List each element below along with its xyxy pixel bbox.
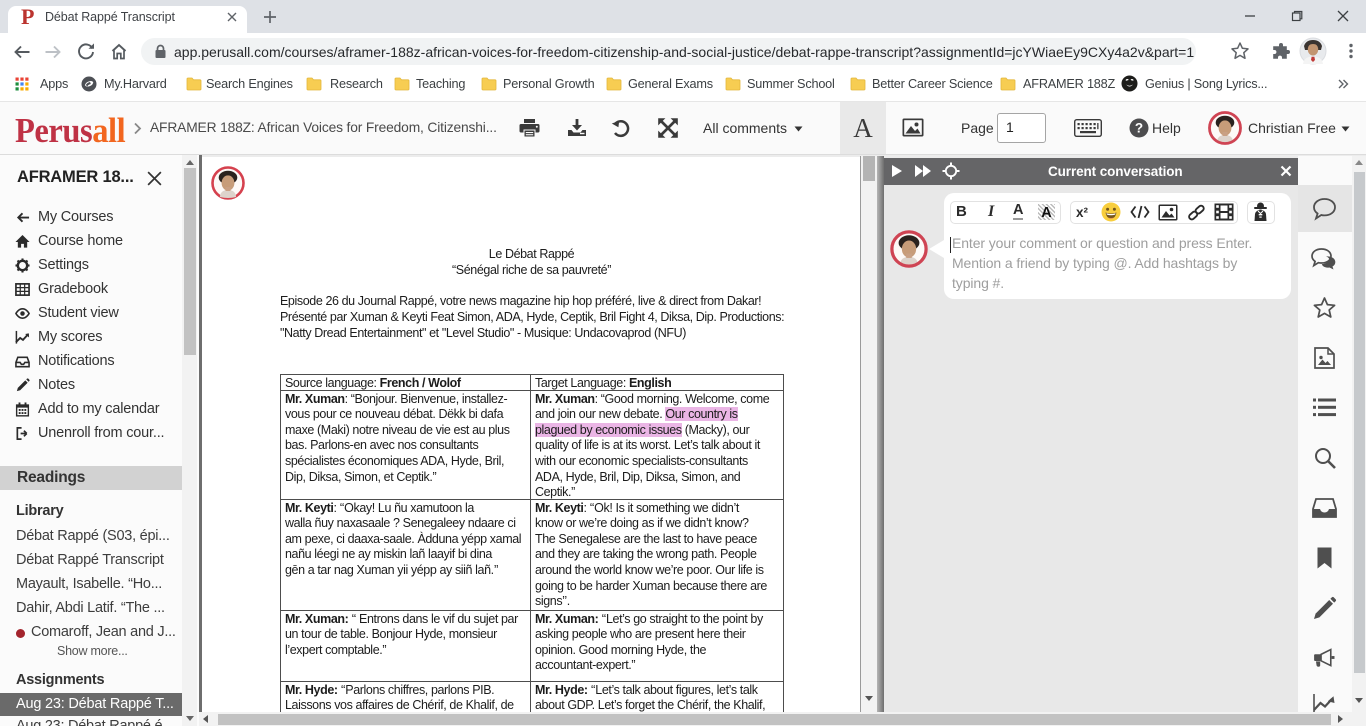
svg-text:?: ? <box>1135 121 1143 136</box>
